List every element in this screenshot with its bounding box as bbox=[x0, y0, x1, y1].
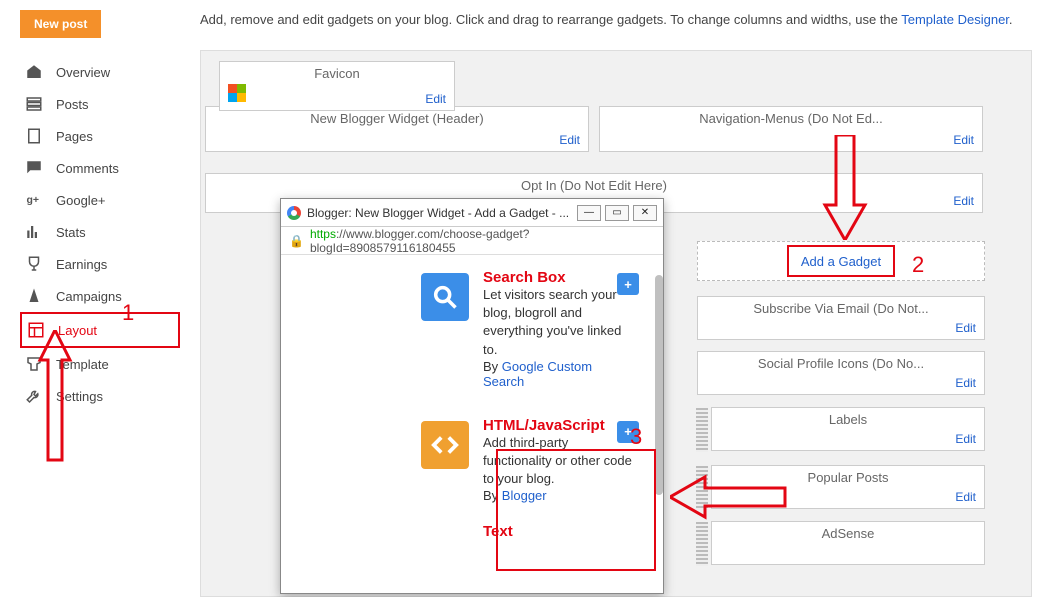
gadget-option-search[interactable]: Search Box Let visitors search your blog… bbox=[281, 255, 663, 403]
chrome-icon bbox=[287, 206, 301, 220]
lock-icon: 🔒 bbox=[289, 234, 304, 248]
maximize-button[interactable]: ▭ bbox=[605, 205, 629, 221]
gadget-favicon[interactable]: Favicon Edit bbox=[219, 61, 455, 111]
intro-text: Add, remove and edit gadgets on your blo… bbox=[200, 12, 1032, 27]
nav-campaigns[interactable]: Campaigns bbox=[20, 280, 180, 312]
nav-overview[interactable]: Overview bbox=[20, 56, 180, 88]
drag-grip-icon[interactable] bbox=[696, 522, 708, 566]
gadget-subscribe[interactable]: Subscribe Via Email (Do Not...Edit bbox=[697, 296, 985, 340]
edit-link[interactable]: Edit bbox=[955, 490, 976, 504]
arrow-up-icon bbox=[35, 330, 75, 480]
comments-icon bbox=[24, 158, 44, 178]
gadget-nav-menus[interactable]: Navigation-Menus (Do Not Ed... Edit bbox=[599, 106, 983, 152]
annotation-number: 2 bbox=[912, 252, 924, 278]
edit-link[interactable]: Edit bbox=[955, 432, 976, 446]
add-button[interactable]: + bbox=[617, 273, 639, 295]
minimize-button[interactable]: — bbox=[577, 205, 601, 221]
edit-link[interactable]: Edit bbox=[953, 133, 974, 147]
address-bar[interactable]: 🔒 https://www.blogger.com/choose-gadget?… bbox=[281, 227, 663, 255]
edit-link[interactable]: Edit bbox=[953, 194, 974, 208]
svg-text:g+: g+ bbox=[27, 194, 40, 206]
template-designer-link[interactable]: Template Designer bbox=[901, 12, 1009, 27]
close-button[interactable]: ✕ bbox=[633, 205, 657, 221]
gadget-adsense[interactable]: AdSense bbox=[711, 521, 985, 565]
gadget-social[interactable]: Social Profile Icons (Do No...Edit bbox=[697, 351, 985, 395]
new-post-button[interactable]: New post bbox=[20, 10, 101, 38]
annotation-number: 1 bbox=[122, 300, 134, 326]
favicon-icon bbox=[228, 84, 246, 102]
home-icon bbox=[24, 62, 44, 82]
edit-link[interactable]: Edit bbox=[425, 92, 446, 106]
gadget-labels[interactable]: LabelsEdit bbox=[711, 407, 985, 451]
nav-comments[interactable]: Comments bbox=[20, 152, 180, 184]
annotation-box bbox=[787, 245, 895, 277]
stats-icon bbox=[24, 222, 44, 242]
nav-stats[interactable]: Stats bbox=[20, 216, 180, 248]
popup-titlebar[interactable]: Blogger: New Blogger Widget - Add a Gadg… bbox=[281, 199, 663, 227]
edit-link[interactable]: Edit bbox=[955, 376, 976, 390]
search-icon bbox=[421, 273, 469, 321]
code-icon bbox=[421, 421, 469, 469]
campaigns-icon bbox=[24, 286, 44, 306]
annotation-number: 3 bbox=[630, 424, 642, 450]
edit-link[interactable]: Edit bbox=[955, 321, 976, 335]
window-controls: — ▭ ✕ bbox=[577, 205, 657, 221]
gadget-header[interactable]: New Blogger Widget (Header) Edit bbox=[205, 106, 589, 152]
posts-icon bbox=[24, 94, 44, 114]
trophy-icon bbox=[24, 254, 44, 274]
nav-pages[interactable]: Pages bbox=[20, 120, 180, 152]
drag-grip-icon[interactable] bbox=[696, 408, 708, 452]
gplus-icon: g+ bbox=[24, 190, 44, 210]
annotation-box bbox=[496, 449, 656, 571]
nav-earnings[interactable]: Earnings bbox=[20, 248, 180, 280]
arrow-down-icon bbox=[820, 135, 870, 240]
nav-gplus[interactable]: g+Google+ bbox=[20, 184, 180, 216]
edit-link[interactable]: Edit bbox=[559, 133, 580, 147]
pages-icon bbox=[24, 126, 44, 146]
nav-posts[interactable]: Posts bbox=[20, 88, 180, 120]
arrow-left-icon bbox=[670, 472, 790, 522]
